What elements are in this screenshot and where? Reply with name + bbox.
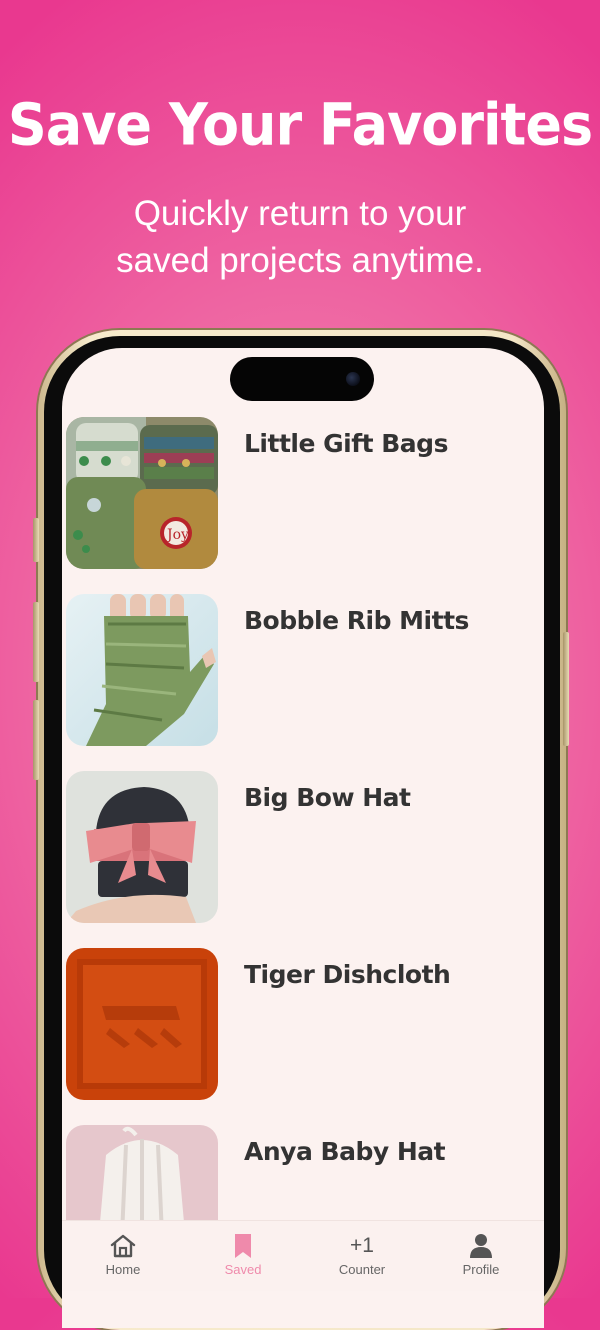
tab-home-label: Home	[105, 1262, 141, 1277]
tab-profile[interactable]: Profile	[421, 1221, 541, 1291]
front-camera-icon	[346, 372, 360, 386]
list-item[interactable]: Joy Little Gift Bags	[62, 417, 544, 569]
list-item[interactable]: Bobble Rib Mitts	[62, 594, 544, 746]
tab-counter[interactable]: +1 Counter	[302, 1221, 422, 1291]
list-item[interactable]: Tiger Dishcloth	[62, 948, 544, 1100]
person-icon	[467, 1233, 495, 1259]
tab-saved[interactable]: Saved	[183, 1221, 303, 1291]
list-item-title: Anya Baby Hat	[244, 1137, 446, 1166]
list-item[interactable]: Big Bow Hat	[62, 771, 544, 923]
side-button-action	[33, 518, 39, 562]
knit-bow-hat-photo-icon[interactable]	[66, 771, 218, 923]
tab-home[interactable]: Home	[63, 1221, 183, 1291]
promo-subhead-line1: Quickly return to your	[133, 194, 467, 233]
tab-profile-label: Profile	[462, 1262, 500, 1277]
list-item-title: Little Gift Bags	[244, 429, 448, 458]
plus-one-icon: +1	[350, 1234, 374, 1257]
promo-subhead: Quickly return to your saved projects an…	[60, 190, 540, 284]
knit-dishcloth-photo-icon[interactable]	[66, 948, 218, 1100]
list-item-title: Tiger Dishcloth	[244, 960, 451, 989]
tab-counter-label: Counter	[338, 1262, 386, 1277]
bottom-tab-bar: Home Saved +1 Counter Profile	[62, 1220, 544, 1291]
home-icon	[109, 1233, 137, 1259]
knit-gift-bags-photo-icon[interactable]: Joy	[66, 417, 218, 569]
side-button-volume-down	[33, 700, 39, 780]
phone-screen: Joy Little Gift Bags Bobble Rib Mitts Bi…	[62, 348, 544, 1328]
svg-text:Joy: Joy	[165, 527, 189, 543]
side-button-volume-up	[33, 602, 39, 682]
promo-headline: Save Your Favorites	[7, 90, 593, 159]
promo-subhead-line2: saved projects anytime.	[116, 241, 484, 280]
list-item-title: Big Bow Hat	[244, 783, 411, 812]
tab-saved-label: Saved	[224, 1262, 262, 1277]
dynamic-island	[230, 357, 374, 401]
knit-mitts-photo-icon[interactable]	[66, 594, 218, 746]
list-item-title: Bobble Rib Mitts	[244, 606, 469, 635]
side-button-power	[563, 632, 569, 746]
bookmark-icon	[229, 1233, 257, 1259]
